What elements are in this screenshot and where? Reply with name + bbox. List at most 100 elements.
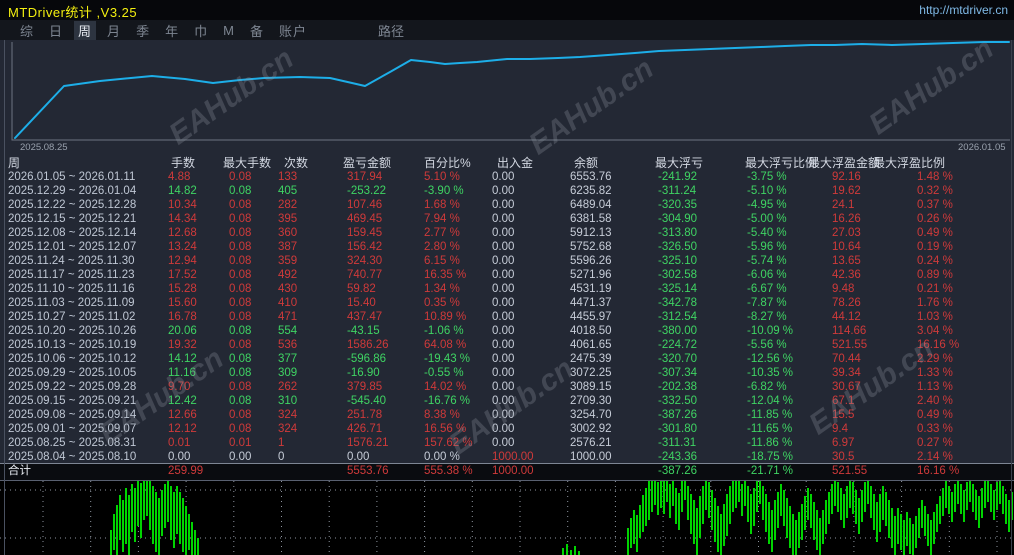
table-cell: 15.28 xyxy=(168,283,197,295)
table-cell: 0.08 xyxy=(229,171,252,183)
table-cell: 1586.26 xyxy=(347,339,389,351)
table-cell: -304.90 xyxy=(658,213,698,225)
table-cell: 12.68 xyxy=(168,227,197,239)
table-cell: 9.70 xyxy=(168,381,191,393)
table-row[interactable]: 2025.12.08 ~ 2025.12.14 12.68 0.08 360 159.4… xyxy=(0,226,1014,240)
table-cell: -16.76 % xyxy=(424,395,471,407)
table-row[interactable]: 2025.12.29 ~ 2026.01.04 14.82 0.08 405 -253.… xyxy=(0,184,1014,198)
table-row[interactable]: 2025.11.24 ~ 2025.11.30 12.94 0.08 359 324.3… xyxy=(0,254,1014,268)
table-cell: 4018.50 xyxy=(570,325,612,337)
column-header: 次数 xyxy=(284,156,309,170)
table-row[interactable]: 2025.12.22 ~ 2025.12.28 10.34 0.08 282 107.4… xyxy=(0,198,1014,212)
table-cell: 19.32 xyxy=(168,339,197,351)
menu-item-path[interactable]: 路径 xyxy=(374,21,408,40)
column-header: 余额 xyxy=(574,156,599,170)
table-cell: 0.89 % xyxy=(917,269,953,281)
total-cell: -21.71 % xyxy=(747,465,794,477)
menu-item-3[interactable]: 周 xyxy=(74,20,97,40)
table-cell: 67.1 xyxy=(832,395,855,407)
table-cell: 0.08 xyxy=(229,297,252,309)
table-cell: -5.56 % xyxy=(747,339,787,351)
table-row[interactable]: 2025.09.22 ~ 2025.09.28 9.70 0.08 262 379.85… xyxy=(0,380,1014,394)
menu-item-10[interactable]: 账户 xyxy=(275,21,311,40)
table-row[interactable]: 2025.09.15 ~ 2025.09.21 12.42 0.08 310 -545.… xyxy=(0,394,1014,408)
table-cell: 6.15 % xyxy=(424,255,460,267)
menu-item-7[interactable]: 巾 xyxy=(190,21,212,40)
table-cell: 14.12 xyxy=(168,353,197,365)
table-cell: 2025.10.20 ~ 2025.10.26 xyxy=(8,325,137,337)
table-cell: 6489.04 xyxy=(570,199,612,211)
table-cell: 0.08 xyxy=(229,255,252,267)
table-cell: 10.34 xyxy=(168,199,197,211)
table-cell: -387.26 xyxy=(658,409,698,421)
table-cell: 2475.39 xyxy=(570,353,612,365)
menu-item-6[interactable]: 年 xyxy=(161,21,183,40)
table-cell: 4531.19 xyxy=(570,283,612,295)
table-cell: 0.08 xyxy=(229,199,252,211)
menu-item-9[interactable]: 备 xyxy=(246,21,268,40)
table-cell: 92.16 xyxy=(832,171,861,183)
table-cell: -11.85 % xyxy=(747,409,793,421)
menu-item-2[interactable]: 日 xyxy=(45,21,67,40)
table-row[interactable]: 2025.12.01 ~ 2025.12.07 13.24 0.08 387 156.4… xyxy=(0,240,1014,254)
table-cell: 64.08 % xyxy=(424,339,467,351)
table-cell: 317.94 xyxy=(347,171,383,183)
table-cell: 3072.25 xyxy=(570,367,612,379)
table-cell: 395 xyxy=(278,213,298,225)
table-cell: 27.03 xyxy=(832,227,861,239)
table-cell: -302.58 xyxy=(658,269,698,281)
table-cell: -7.87 % xyxy=(747,297,787,309)
mtdriver-stats-window: MTDriver统计 ,V3.25 http://mtdriver.cn 综日周… xyxy=(0,0,1014,555)
table-cell: -10.35 % xyxy=(747,367,794,379)
table-row[interactable]: 2026.01.05 ~ 2026.01.11 4.88 0.08 133 317.94… xyxy=(0,170,1014,184)
table-cell: 9.48 xyxy=(832,283,855,295)
menu-item-1[interactable]: 综 xyxy=(16,21,38,40)
table-row[interactable]: 2025.11.03 ~ 2025.11.09 15.60 0.08 410 15.40… xyxy=(0,296,1014,310)
menu-item-8[interactable]: M xyxy=(219,23,239,38)
table-row[interactable]: 2025.10.27 ~ 2025.11.02 16.78 0.08 471 437.4… xyxy=(0,310,1014,324)
table-cell: 2025.11.10 ~ 2025.11.16 xyxy=(8,283,135,295)
table-row[interactable]: 2025.09.01 ~ 2025.09.07 12.12 0.08 324 426.7… xyxy=(0,422,1014,436)
table-row[interactable]: 2025.09.08 ~ 2025.09.14 12.66 0.08 324 251.7… xyxy=(0,408,1014,422)
table-cell: 387 xyxy=(278,241,298,253)
table-cell: 3089.15 xyxy=(570,381,612,393)
table-row[interactable]: 2025.10.06 ~ 2025.10.12 14.12 0.08 377 -596.… xyxy=(0,352,1014,366)
column-header: 最大浮亏 xyxy=(655,156,704,170)
table-cell: -12.04 % xyxy=(747,395,794,407)
table-cell: 30.67 xyxy=(832,381,861,393)
table-cell: 1.33 % xyxy=(917,367,953,379)
table-row[interactable]: 2025.10.20 ~ 2025.10.26 20.06 0.08 554 -43.1… xyxy=(0,324,1014,338)
table-cell: 437.47 xyxy=(347,311,383,323)
table-cell: -596.86 xyxy=(347,353,387,365)
table-cell: 2576.21 xyxy=(570,437,612,449)
table-cell: 8.38 % xyxy=(424,409,460,421)
table-cell: 0.24 % xyxy=(917,255,953,267)
menu-item-5[interactable]: 季 xyxy=(132,21,154,40)
table-row[interactable]: 2025.12.15 ~ 2025.12.21 14.34 0.08 395 469.4… xyxy=(0,212,1014,226)
column-header: 最大浮盈比例 xyxy=(873,156,946,170)
table-cell: 4455.97 xyxy=(570,311,612,323)
table-cell: 5596.26 xyxy=(570,255,612,267)
menu-item-4[interactable]: 月 xyxy=(103,21,125,40)
website-link[interactable]: http://mtdriver.cn xyxy=(919,3,1008,17)
table-cell: 309 xyxy=(278,367,298,379)
table-cell: 360 xyxy=(278,227,298,239)
table-cell: 492 xyxy=(278,269,298,281)
total-cell: 259.99 xyxy=(168,465,204,477)
equity-curve-svg xyxy=(11,41,1010,141)
table-row[interactable]: 2025.09.29 ~ 2025.10.05 11.16 0.08 309 -16.9… xyxy=(0,366,1014,380)
table-cell: 0.00 % xyxy=(424,451,460,463)
table-cell: 0.00 xyxy=(168,451,191,463)
table-row[interactable]: 2025.10.13 ~ 2025.10.19 19.32 0.08 536 1586.… xyxy=(0,338,1014,352)
table-cell: 14.02 % xyxy=(424,381,467,393)
table-row[interactable]: 2025.11.17 ~ 2025.11.23 17.52 0.08 492 740.7… xyxy=(0,268,1014,282)
table-row[interactable]: 2025.08.25 ~ 2025.08.31 0.01 0.01 1 1576.21 1… xyxy=(0,436,1014,450)
table-row[interactable]: 2025.08.04 ~ 2025.08.10 0.00 0.00 0 0.00 0.00… xyxy=(0,450,1014,464)
table-cell: 2.29 % xyxy=(917,353,953,365)
table-cell: 0.21 % xyxy=(917,283,953,295)
table-cell: 0.19 % xyxy=(917,241,953,253)
table-cell: 9.4 xyxy=(832,423,848,435)
table-cell: -6.06 % xyxy=(747,269,787,281)
table-row[interactable]: 2025.11.10 ~ 2025.11.16 15.28 0.08 430 59.82… xyxy=(0,282,1014,296)
table-cell: -4.95 % xyxy=(747,199,787,211)
